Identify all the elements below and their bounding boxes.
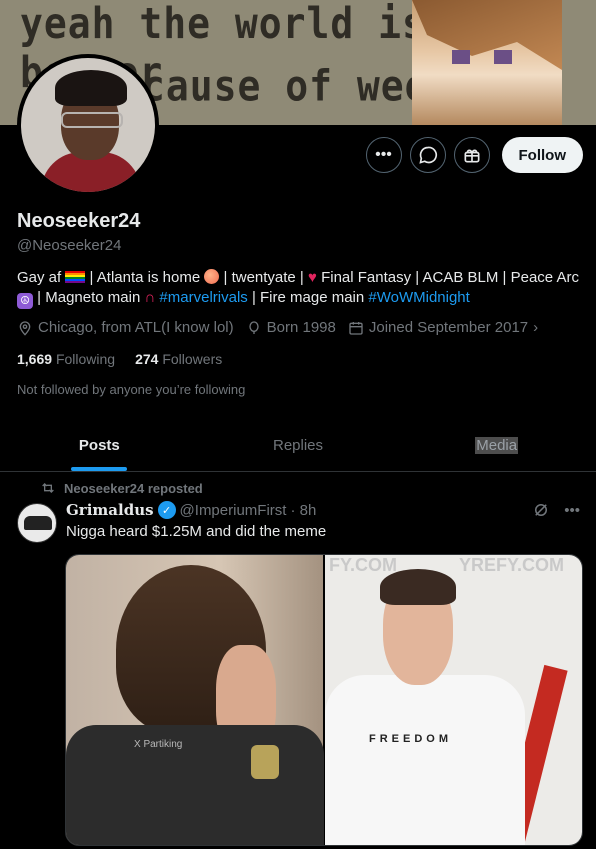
profile-name: Neoseeker24 xyxy=(17,210,141,232)
peach-icon xyxy=(204,269,220,284)
chevron-right-icon: › xyxy=(533,319,539,336)
rainbow-flag-icon xyxy=(65,271,86,283)
message-button[interactable] xyxy=(409,137,446,173)
post-header: Grimaldus ✓ @ImperiumFirst · 8h xyxy=(66,501,316,519)
joined-text: Joined September 2017 xyxy=(368,319,529,336)
tab-media-label: Media xyxy=(475,437,519,454)
bio-text: Gay af xyxy=(17,269,62,286)
born-item: Born 1998 xyxy=(246,319,336,336)
location-text: Chicago, from ATL(I know lol) xyxy=(38,319,234,336)
profile-tabs: Posts Replies Media xyxy=(0,420,596,472)
repost-icon xyxy=(42,483,54,493)
profile-avatar[interactable] xyxy=(17,54,159,196)
verified-badge-icon: ✓ xyxy=(157,501,176,519)
media-watermark: X Partiking xyxy=(134,739,183,750)
profile-actions: ••• Follow xyxy=(365,137,583,173)
joined-item[interactable]: Joined September 2017 › xyxy=(348,319,538,336)
gift-button[interactable] xyxy=(453,137,490,173)
peace-icon: ☮ xyxy=(17,293,33,309)
more-icon[interactable]: ••• xyxy=(564,502,580,519)
shirt-text: FREEDOM xyxy=(369,733,452,745)
tab-media[interactable]: Media xyxy=(397,420,596,471)
followers-label: Followers xyxy=(162,351,223,367)
bio-text: | Fire mage main xyxy=(251,289,365,306)
media-image-right[interactable]: FY.COM YREFY.COM FREEDOM xyxy=(325,555,582,845)
profile-bio: Gay af | Atlanta is home | twentyate | ♥… xyxy=(17,268,582,309)
post-media[interactable]: X Partiking FY.COM YREFY.COM FREEDOM xyxy=(65,554,583,846)
gift-icon xyxy=(464,149,479,163)
heart-icon: ♥ xyxy=(308,269,317,286)
bio-text: | twentyate | xyxy=(223,269,304,286)
balloon-icon xyxy=(248,320,259,334)
profile-meta: Chicago, from ATL(I know lol) Born 1998 … xyxy=(17,319,538,336)
tab-replies[interactable]: Replies xyxy=(199,420,398,471)
backdrop-text-right: YREFY.COM xyxy=(458,555,564,575)
magnet-icon: ∩ xyxy=(144,289,156,306)
location-icon xyxy=(19,320,31,336)
hashtag-link[interactable]: #WoWMidnight xyxy=(368,289,469,306)
banner-artwork xyxy=(412,0,562,125)
bio-text: | Magneto main xyxy=(37,289,141,306)
followers-count: 274 xyxy=(135,351,159,367)
tab-posts[interactable]: Posts xyxy=(0,420,199,471)
backdrop-text-left: FY.COM xyxy=(329,555,398,575)
post-time[interactable]: · 8h xyxy=(290,502,316,519)
born-text: Born 1998 xyxy=(266,319,336,336)
more-button[interactable]: ••• xyxy=(365,137,402,173)
profile-handle: @Neoseeker24 xyxy=(17,237,122,254)
follow-button[interactable]: Follow xyxy=(501,137,583,173)
followers-link[interactable]: 274 Followers xyxy=(135,351,222,367)
post-text: Nigga heard $1.25M and did the meme xyxy=(66,523,327,540)
follow-counts: 1,669 Following 274 Followers xyxy=(17,351,222,367)
repost-indicator: Neoseeker24 reposted xyxy=(40,480,203,496)
banner-text-line2: cause of weed xyxy=(142,61,453,111)
following-count: 1,669 xyxy=(17,351,53,367)
post-tools: ••• xyxy=(532,501,580,519)
media-image-left[interactable]: X Partiking xyxy=(66,555,324,845)
bio-text: | Atlanta is home xyxy=(89,269,201,286)
not-followed-text: Not followed by anyone you’re following xyxy=(17,382,246,397)
grok-icon[interactable] xyxy=(532,501,550,519)
post-author-handle[interactable]: @ImperiumFirst xyxy=(180,502,287,519)
following-label: Following xyxy=(55,351,116,367)
message-icon xyxy=(418,146,437,164)
repost-label: Neoseeker24 reposted xyxy=(64,480,203,496)
bio-text: Final Fantasy | ACAB BLM | Peace Arc xyxy=(321,269,579,286)
post-author-avatar[interactable] xyxy=(17,503,57,543)
calendar-icon xyxy=(349,321,363,335)
hashtag-link[interactable]: #marvelrivals xyxy=(159,289,247,306)
location-item: Chicago, from ATL(I know lol) xyxy=(17,319,234,336)
more-icon: ••• xyxy=(375,146,392,163)
post-author-name[interactable]: Grimaldus xyxy=(66,501,154,519)
following-link[interactable]: 1,669 Following xyxy=(17,351,115,367)
